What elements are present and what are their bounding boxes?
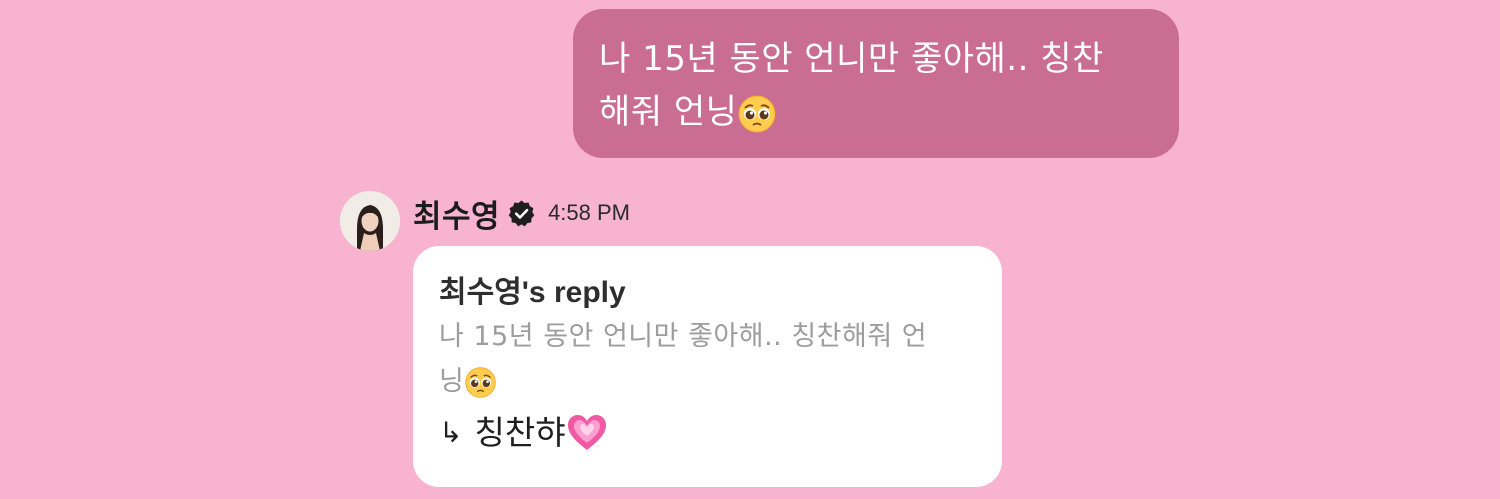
sent-message-line-2-text: 해줘 언닝 bbox=[599, 92, 738, 132]
sender-header: 최수영 4:58 PM bbox=[413, 191, 630, 236]
sender-name[interactable]: 최수영 bbox=[413, 191, 500, 236]
pleading-face-icon bbox=[465, 367, 497, 398]
reply-arrow-icon: ↳ bbox=[439, 416, 463, 449]
quoted-message: 나 15년 동안 언니만 좋아해.. 칭찬해줘 언 닝 bbox=[439, 314, 976, 404]
pink-heart-icon bbox=[567, 415, 606, 450]
reply-title: 최수영's reply bbox=[439, 276, 626, 309]
reply-message: ↳ 칭찬햐 bbox=[439, 408, 976, 458]
reply-card[interactable]: 최수영's reply 나 15년 동안 언니만 좋아해.. 칭찬해줘 언 닝 … bbox=[413, 246, 1002, 487]
quoted-message-line-2: 닝 bbox=[439, 359, 976, 404]
reply-text: 칭찬햐 bbox=[474, 413, 566, 452]
sent-message-line-1: 나 15년 동안 언니만 좋아해.. 칭찬 bbox=[599, 39, 1104, 79]
message-timestamp: 4:58 PM bbox=[548, 200, 630, 225]
avatar[interactable] bbox=[340, 191, 400, 251]
avatar-portrait-icon bbox=[340, 191, 400, 251]
quoted-message-line-2-text: 닝 bbox=[439, 366, 465, 397]
sent-message-bubble[interactable]: 나 15년 동안 언니만 좋아해.. 칭찬 해줘 언닝 bbox=[573, 9, 1179, 158]
quoted-message-line-1: 나 15년 동안 언니만 좋아해.. 칭찬해줘 언 bbox=[439, 321, 928, 352]
sent-message-line-2: 해줘 언닝 bbox=[599, 86, 1153, 139]
pleading-face-icon bbox=[738, 95, 776, 132]
verified-badge-icon bbox=[508, 199, 535, 226]
